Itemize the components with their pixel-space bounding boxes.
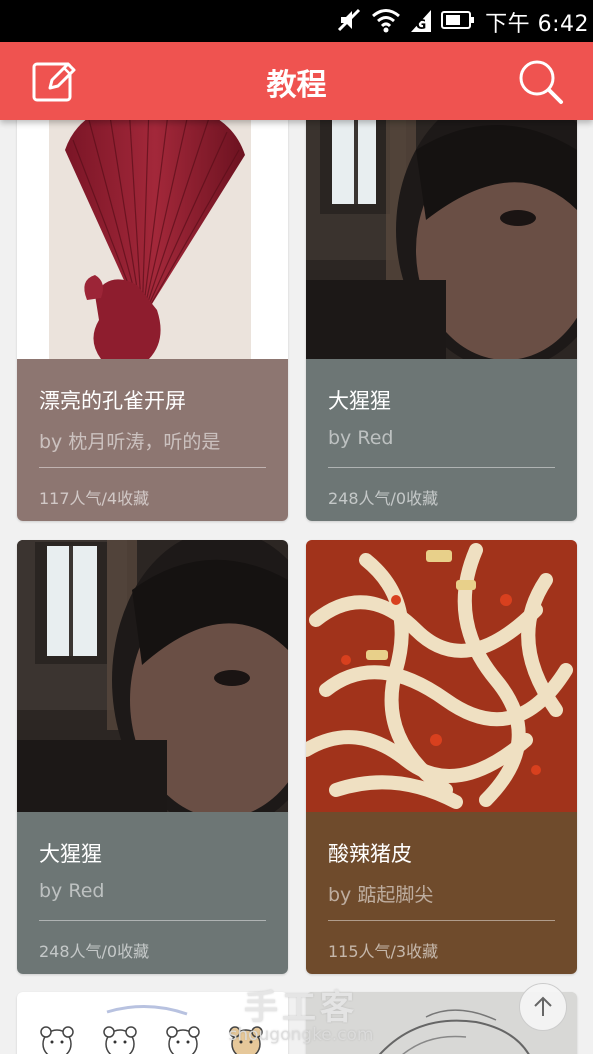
svg-text:G: G — [416, 18, 427, 33]
card-info: 大猩猩 by Red 248人气/0收藏 — [17, 812, 288, 974]
tutorial-feed[interactable]: 漂亮的孔雀开屏 by 枕月听涛，听的是 117人气/4收藏 大猩猩 by Red… — [0, 120, 593, 1054]
card-thumbnail-photo — [306, 120, 577, 370]
card-thumbnail-peacock — [17, 120, 288, 359]
signal-icon: G — [409, 6, 433, 38]
card-stats: 248人气/0收藏 — [39, 942, 150, 961]
tutorial-card[interactable] — [17, 992, 288, 1054]
back-to-top-button[interactable] — [519, 983, 567, 1031]
card-thumbnail-photo — [17, 540, 288, 830]
card-author: by Red — [328, 427, 394, 449]
card-info: 酸辣猪皮 by 踮起脚尖 115人气/3收藏 — [306, 812, 577, 974]
card-author: by 枕月听涛，听的是 — [39, 431, 221, 453]
tutorial-card[interactable]: 大猩猩 by Red 248人气/0收藏 — [17, 540, 288, 974]
card-author: by 踮起脚尖 — [328, 884, 434, 906]
card-divider — [328, 467, 555, 468]
card-divider — [328, 920, 555, 921]
card-title: 大猩猩 — [328, 389, 391, 413]
wifi-icon — [371, 6, 401, 38]
tutorial-card[interactable]: 大猩猩 by Red 248人气/0收藏 — [306, 120, 577, 521]
tutorial-card[interactable]: 酸辣猪皮 by 踮起脚尖 115人气/3收藏 — [306, 540, 577, 974]
search-button[interactable] — [515, 56, 567, 108]
arrow-up-icon — [534, 996, 552, 1016]
card-thumbnail-bears — [40, 1005, 263, 1054]
battery-icon — [441, 10, 475, 34]
card-divider — [39, 920, 266, 921]
card-title: 漂亮的孔雀开屏 — [39, 389, 186, 413]
card-title: 酸辣猪皮 — [328, 842, 412, 866]
tutorial-card[interactable]: 漂亮的孔雀开屏 by 枕月听涛，听的是 117人气/4收藏 — [17, 120, 288, 521]
card-stats: 248人气/0收藏 — [328, 489, 439, 508]
card-info: 大猩猩 by Red 248人气/0收藏 — [306, 359, 577, 521]
status-bar: G 下午 6:42 — [0, 0, 593, 42]
card-title: 大猩猩 — [39, 842, 102, 866]
card-thumbnail-food — [306, 540, 577, 812]
card-author: by Red — [39, 880, 105, 902]
status-time: 下午 6:42 — [485, 12, 589, 37]
card-divider — [39, 467, 266, 468]
search-icon — [519, 60, 563, 104]
card-stats: 115人气/3收藏 — [328, 942, 439, 961]
page-title: 教程 — [266, 68, 327, 103]
mute-icon — [335, 6, 363, 38]
card-info: 漂亮的孔雀开屏 by 枕月听涛，听的是 117人气/4收藏 — [17, 359, 288, 521]
card-stats: 117人气/4收藏 — [39, 489, 150, 508]
app-bar: 教程 — [0, 42, 593, 120]
